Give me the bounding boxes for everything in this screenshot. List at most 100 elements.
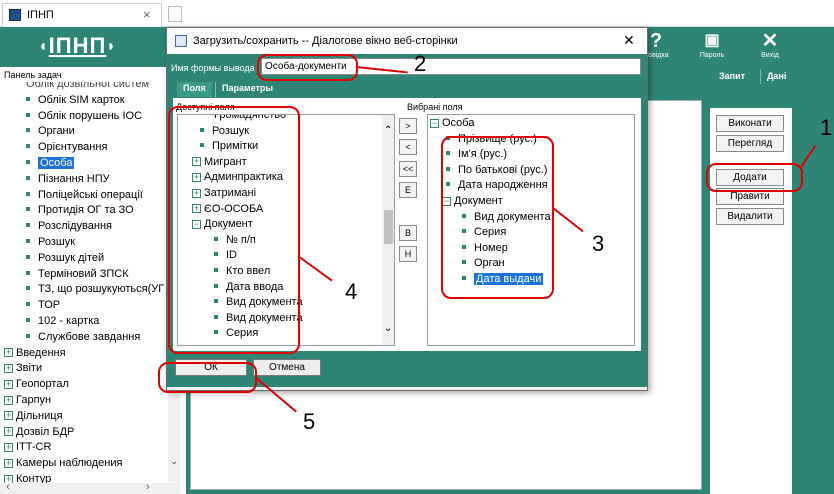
tree-item[interactable]: Службове завдання — [26, 331, 140, 343]
tree-item[interactable]: ТЗ, що розшукуються(УГ — [26, 283, 164, 295]
tree-group[interactable]: + Камеры наблюдения — [4, 457, 122, 469]
bullet-icon — [26, 112, 30, 117]
dialog-icon — [175, 35, 187, 47]
tree-item[interactable]: Поліцейські операції — [26, 189, 143, 201]
dialog-title: Загрузить/сохранить -- Діалогове вікно в… — [193, 35, 458, 47]
close-icon: ✕ — [761, 30, 779, 52]
tab-data[interactable]: Дані — [760, 70, 792, 84]
tree-group[interactable]: + Звіти — [4, 362, 42, 374]
tree-item-label: Розслідування — [38, 220, 112, 233]
tree-group[interactable]: + ITT-CR — [4, 441, 51, 453]
tree-item-label: Гарпун — [16, 394, 52, 406]
tree-group[interactable]: − Особа — [430, 117, 474, 129]
close-tab-icon[interactable]: × — [143, 7, 151, 22]
bullet-icon — [26, 318, 30, 323]
tab-parameters[interactable]: Параметры — [215, 82, 280, 97]
tree-item-label: Дільниця — [16, 409, 63, 422]
tree-item-label: Орієнтування — [38, 141, 108, 154]
tree-item[interactable]: Облік SIM карток — [26, 94, 125, 106]
browser-tab-title: ІПНП — [27, 9, 54, 21]
tree-item-label: Пізнання НПУ — [38, 172, 110, 185]
tree-item[interactable]: Протидія ОГ та ЗО — [26, 204, 134, 216]
annotation-box-4 — [168, 106, 300, 354]
scroll-right-icon[interactable]: › — [146, 481, 150, 493]
annotation-label-4: 4 — [345, 279, 358, 304]
tree-item[interactable]: Особа — [26, 157, 75, 169]
e-button[interactable]: E — [399, 182, 417, 198]
tree-item[interactable]: Облік дозвільної систем — [26, 82, 149, 90]
tree-group[interactable]: + Геопортал — [4, 378, 69, 390]
scroll-left-icon[interactable]: ‹ — [6, 481, 10, 493]
panel-horizontal-scrollbar[interactable]: ‹ › — [0, 481, 180, 494]
expand-icon[interactable]: + — [4, 379, 13, 389]
bullet-icon — [26, 191, 30, 196]
expand-icon[interactable]: + — [4, 348, 13, 358]
move-right-button[interactable]: > — [399, 118, 417, 134]
bullet-icon — [26, 270, 30, 275]
cancel-button[interactable]: Отмена — [253, 359, 321, 376]
available-scroll-thumb[interactable] — [384, 210, 393, 244]
annotation-box-2 — [257, 54, 358, 81]
dialog-close-icon[interactable]: ✕ — [623, 32, 635, 49]
tree-item[interactable]: Розшук дітей — [26, 252, 104, 264]
browser-tab[interactable]: ІПНП × — [2, 3, 162, 27]
chosen-fields-label: Вибрані поля — [407, 102, 463, 112]
password-button[interactable]: ▣ Пароль — [692, 30, 732, 59]
scroll-up-icon[interactable]: ⌃ — [384, 125, 392, 136]
task-panel: Облік дозвільної систем Облік SIM карток О… — [0, 82, 180, 494]
move-all-left-button[interactable]: << — [399, 161, 417, 177]
favicon-icon — [9, 9, 21, 21]
tree-group[interactable]: + Гарпун — [4, 394, 51, 406]
view-button[interactable]: Перегляд — [716, 135, 784, 152]
lock-icon: ▣ — [704, 32, 720, 49]
tree-item[interactable]: Терміновий ЗПСК — [26, 268, 129, 280]
tab-query[interactable]: Запит — [713, 70, 751, 84]
scroll-down-icon[interactable]: ⌄ — [384, 323, 392, 334]
tree-item-label: Особа — [442, 117, 475, 129]
tree-item-label: Службове завдання — [38, 330, 141, 343]
collapse-icon[interactable]: − — [430, 118, 439, 128]
tree-item[interactable]: 102 - картка — [26, 315, 99, 327]
annotation-label-5: 5 — [303, 409, 316, 434]
tree-item[interactable]: Пізнання НПУ — [26, 173, 110, 185]
tree-group[interactable]: + Дільниця — [4, 410, 63, 422]
tree-item[interactable]: Облік порушень ІОС — [26, 110, 142, 122]
expand-icon[interactable]: + — [4, 427, 13, 437]
dialog-titlebar[interactable]: Загрузить/сохранить -- Діалогове вікно в… — [167, 28, 647, 54]
tree-item-label: Облік порушень ІОС — [38, 109, 143, 122]
tree-item[interactable]: Орієнтування — [26, 141, 107, 153]
expand-icon[interactable]: + — [4, 363, 13, 373]
expand-icon[interactable]: + — [4, 458, 13, 468]
tree-item[interactable]: Розслідування — [26, 220, 112, 232]
tree-group[interactable]: + Введення — [4, 347, 66, 359]
bullet-icon — [26, 333, 30, 338]
tree-item-label: Введення — [16, 346, 66, 359]
tree-item-label: Камеры наблюдения — [16, 457, 123, 470]
expand-icon[interactable]: + — [4, 411, 13, 421]
move-up-button[interactable]: B — [399, 225, 417, 241]
tree-item-label: Геопортал — [16, 378, 69, 391]
tree-item-label: ITT-CR — [16, 441, 52, 454]
move-down-button[interactable]: H — [399, 246, 417, 262]
bullet-icon — [26, 302, 30, 307]
move-left-button[interactable]: < — [399, 139, 417, 155]
password-label: Пароль — [699, 52, 725, 59]
tree-item[interactable]: ТОР — [26, 299, 60, 311]
tree-group[interactable]: + Дозвіл БДР — [4, 426, 74, 438]
bullet-icon — [26, 96, 30, 101]
tree-item-label: Поліцейські операції — [38, 188, 143, 201]
tab-fields[interactable]: Поля — [177, 82, 212, 97]
scroll-down-icon[interactable]: ⌄ — [170, 456, 178, 467]
exit-button[interactable]: ✕ Вихід — [750, 30, 790, 59]
tree-item[interactable]: Органи — [26, 125, 75, 137]
expand-icon[interactable]: + — [4, 395, 13, 405]
new-tab-button[interactable] — [168, 6, 182, 22]
tree-item[interactable]: Розшук — [26, 236, 75, 248]
expand-icon[interactable]: + — [4, 442, 13, 452]
tree-item-label: ТЗ, що розшукуються(УГ — [38, 283, 165, 296]
bullet-icon — [26, 207, 30, 212]
delete-button[interactable]: Видалити — [716, 208, 784, 225]
tree-item-label: ТОР — [38, 299, 61, 312]
form-name-label: Имя формы вывода — [171, 63, 255, 73]
execute-button[interactable]: Виконати — [716, 115, 784, 132]
